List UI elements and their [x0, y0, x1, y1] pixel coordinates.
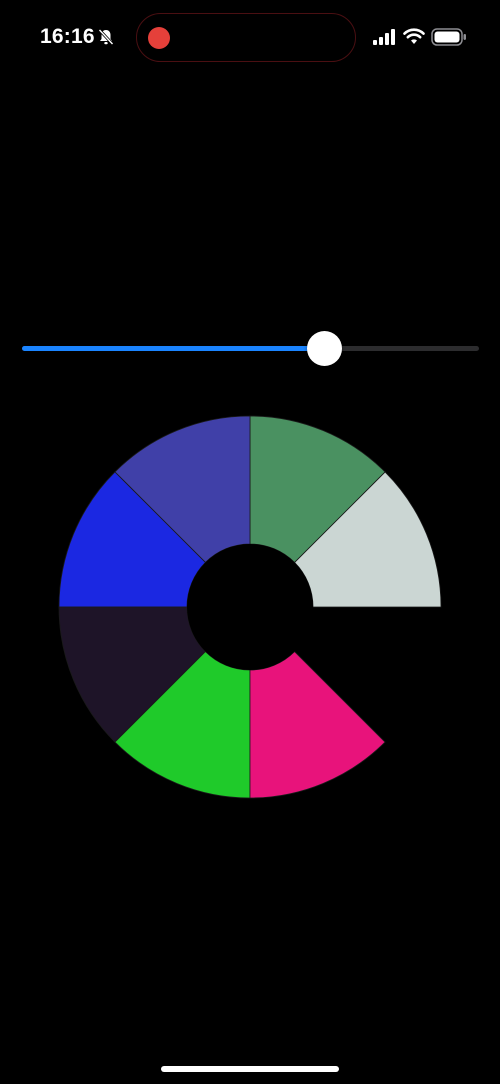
wifi-icon	[403, 28, 425, 44]
cellular-signal-icon	[373, 29, 395, 45]
battery-icon	[431, 28, 466, 46]
color-wheel[interactable]	[55, 412, 445, 802]
home-indicator[interactable]	[161, 1066, 339, 1072]
wheel-segment[interactable]	[249, 650, 386, 799]
recording-indicator	[148, 27, 170, 49]
bell-slash-icon	[98, 28, 114, 46]
wheel-center-hole	[187, 544, 313, 670]
value-slider[interactable]	[22, 330, 479, 366]
slider-thumb[interactable]	[307, 331, 342, 366]
status-time: 16:16	[40, 25, 95, 48]
slider-fill	[22, 346, 324, 351]
status-bar: 16:16	[0, 0, 500, 76]
